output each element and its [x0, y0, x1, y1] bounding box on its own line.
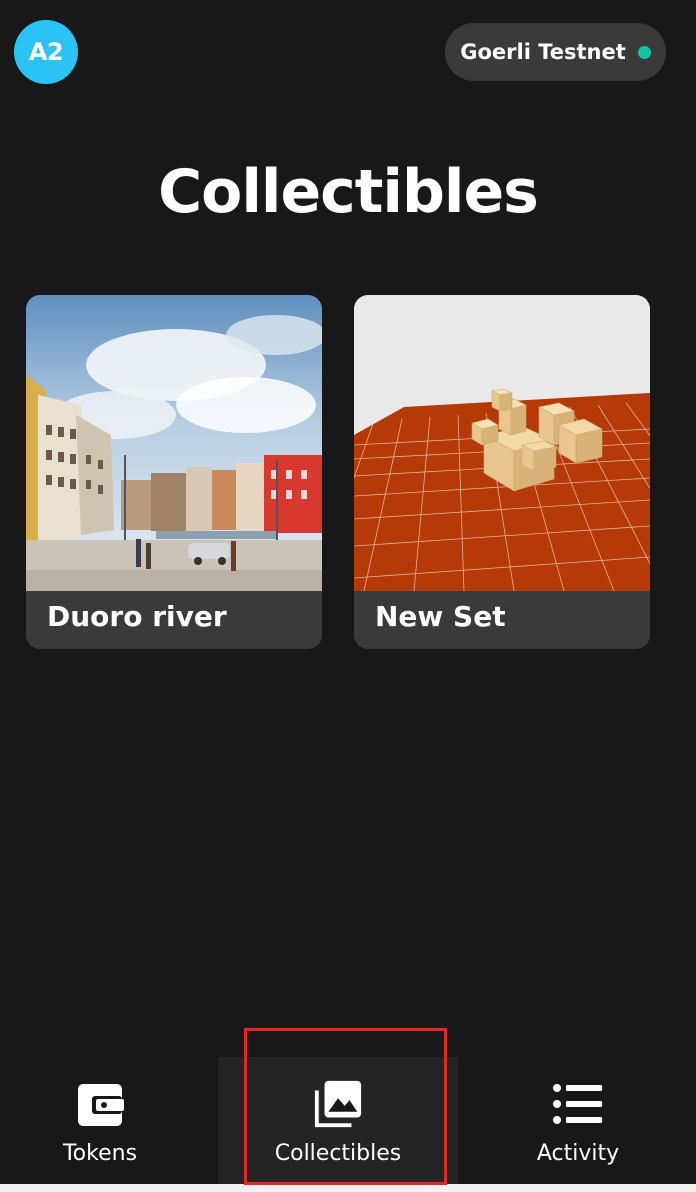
nav-tab-collectibles[interactable]: Collectibles	[218, 1057, 458, 1184]
bottom-edge-strip	[0, 1184, 696, 1192]
collectible-image-duoro-river	[26, 295, 322, 591]
wallet-icon	[75, 1079, 125, 1129]
collectible-image-new-set	[354, 295, 650, 591]
list-icon	[553, 1079, 603, 1129]
nav-label-activity: Activity	[536, 1141, 620, 1166]
nav-tab-activity[interactable]: Activity	[458, 1057, 696, 1184]
collectible-label: Duoro river	[47, 600, 227, 633]
network-status-indicator	[637, 45, 651, 59]
network-selector-button[interactable]: Goerli Testnet	[445, 23, 666, 81]
image-gallery-icon	[313, 1079, 363, 1129]
collectible-card[interactable]: Duoro river	[26, 295, 322, 649]
network-name: Goerli Testnet	[460, 40, 626, 64]
nav-label-collectibles: Collectibles	[274, 1141, 402, 1166]
page-title: Collectibles	[158, 157, 539, 227]
collectible-card[interactable]: New Set	[354, 295, 650, 649]
nav-tab-tokens[interactable]: Tokens	[0, 1057, 218, 1184]
account-avatar[interactable]: A2	[14, 20, 78, 84]
collectible-label: New Set	[375, 600, 506, 633]
nav-label-tokens: Tokens	[62, 1141, 138, 1166]
bottom-navigation: Tokens Collectibles Activity	[0, 1057, 696, 1184]
